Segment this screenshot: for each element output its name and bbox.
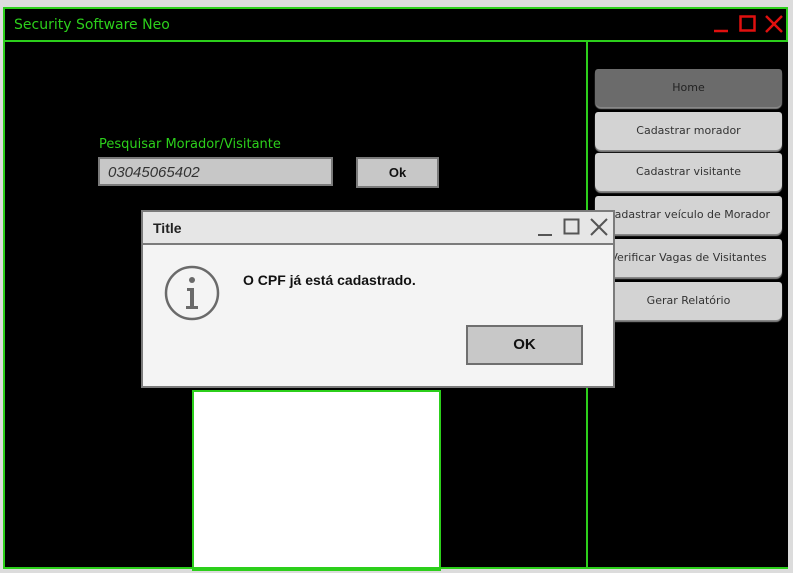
dialog-maximize-icon[interactable] <box>563 218 581 236</box>
dialog-close-icon[interactable] <box>589 217 609 237</box>
sidebar: Home Cadastrar morador Cadastrar visitan… <box>586 42 788 567</box>
search-ok-button[interactable]: Ok <box>356 157 439 188</box>
sidebar-item-gerar-relatorio[interactable]: Gerar Relatório <box>595 282 782 320</box>
sidebar-item-verificar-vagas[interactable]: Verificar Vagas de Visitantes <box>595 239 782 277</box>
search-label: Pesquisar Morador/Visitante <box>99 137 281 152</box>
dialog-title-bar: Title <box>143 212 613 245</box>
sidebar-item-home[interactable]: Home <box>595 69 782 107</box>
dialog-title: Title <box>153 220 182 236</box>
app-title: Security Software Neo <box>14 17 170 33</box>
search-input[interactable]: 03045065402 <box>98 157 333 186</box>
sidebar-item-cadastrar-veiculo[interactable]: Cadastrar veículo de Morador <box>595 196 782 234</box>
title-bar: Security Software Neo <box>5 9 786 42</box>
maximize-icon[interactable] <box>739 15 757 33</box>
dialog-minimize-icon[interactable] <box>537 219 553 237</box>
minimize-icon[interactable] <box>713 15 729 33</box>
dialog-ok-button[interactable]: OK <box>466 325 583 365</box>
sidebar-item-cadastrar-visitante[interactable]: Cadastrar visitante <box>595 153 782 191</box>
info-icon <box>164 265 220 321</box>
close-icon[interactable] <box>765 15 783 33</box>
result-panel <box>192 390 441 571</box>
dialog-message: O CPF já está cadastrado. <box>243 272 416 288</box>
sidebar-item-cadastrar-morador[interactable]: Cadastrar morador <box>595 112 782 150</box>
alert-dialog: Title O CPF já está cadastrado. OK <box>141 210 615 388</box>
